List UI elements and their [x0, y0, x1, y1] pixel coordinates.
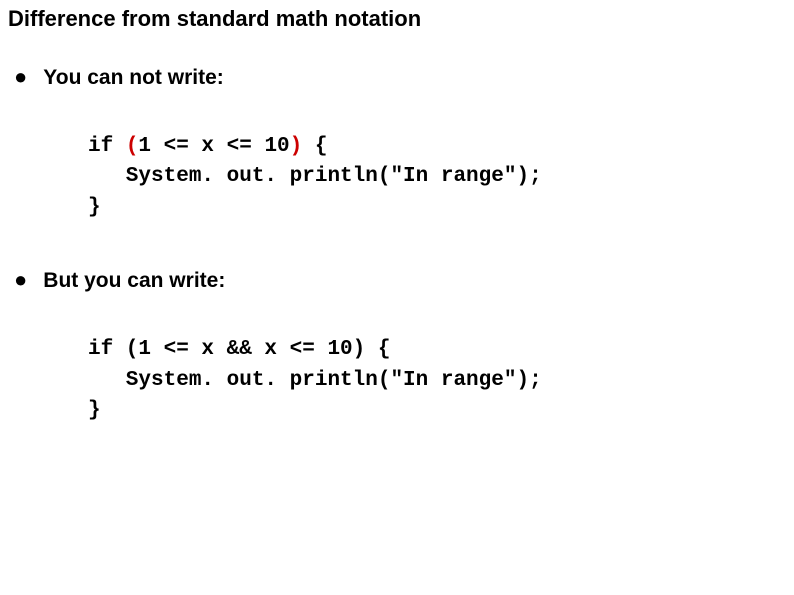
bullet-text-1: You can not write: [43, 66, 223, 90]
code2-line-2: System. out. println("In range"); [88, 366, 786, 396]
code-if: if [88, 135, 126, 158]
code-rparen: ) [290, 135, 303, 158]
bullet-dot-icon: ● [14, 269, 27, 291]
page-title: Difference from standard math notation [8, 6, 786, 32]
code-lparen: ( [126, 135, 139, 158]
bullet-dot-icon: ● [14, 66, 27, 88]
bullet-item-1: ● You can not write: [8, 66, 786, 90]
code2-line-1: if (1 <= x && x <= 10) { [88, 335, 786, 365]
code-brace-open: { [302, 135, 327, 158]
code-block-valid: if (1 <= x && x <= 10) { System. out. pr… [88, 335, 786, 426]
bullet-item-2: ● But you can write: [8, 269, 786, 293]
bullet-text-2: But you can write: [43, 269, 225, 293]
code-block-invalid: if (1 <= x <= 10) { System. out. println… [88, 132, 786, 223]
code-line-3: } [88, 193, 786, 223]
code2-line-3: } [88, 396, 786, 426]
code-expr: 1 <= x <= 10 [138, 135, 289, 158]
code-line-2: System. out. println("In range"); [88, 162, 786, 192]
